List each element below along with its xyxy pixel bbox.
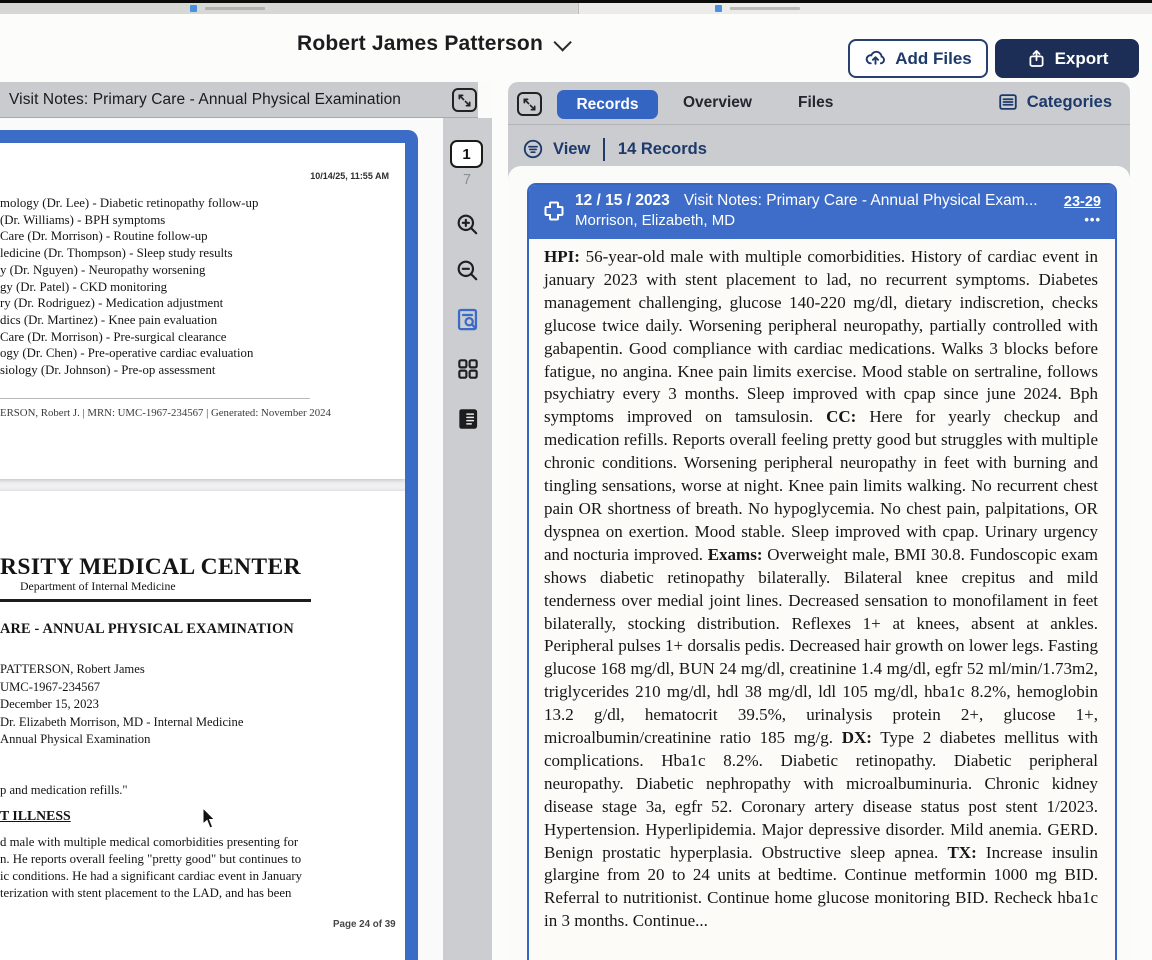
text-line: ry (Dr. Rodriguez) - Medication adjustme… bbox=[0, 296, 224, 311]
text-line: PATTERSON, Robert James bbox=[0, 662, 145, 676]
document-search-button[interactable] bbox=[454, 306, 481, 333]
hpi-paragraph-lines: d male with multiple medical comorbiditi… bbox=[0, 834, 302, 902]
mouse-cursor bbox=[202, 808, 220, 830]
records-list[interactable]: 12 / 15 / 2023 Visit Notes: Primary Care… bbox=[508, 166, 1130, 960]
panel-gap bbox=[492, 82, 508, 960]
visit-history-list: mology (Dr. Lee) - Diabetic retinopathy … bbox=[0, 195, 400, 379]
text-line: gy (Dr. Patel) - CKD monitoring bbox=[0, 279, 168, 294]
view-row: View 14 Records bbox=[522, 132, 707, 166]
expand-icon bbox=[458, 94, 471, 106]
browser-tab-favicon bbox=[715, 5, 722, 12]
medical-cross-icon bbox=[542, 199, 566, 223]
export-label: Export bbox=[1054, 48, 1109, 68]
app-header: Robert James Patterson Add Files Export bbox=[0, 14, 1152, 82]
share-export-icon bbox=[1029, 50, 1044, 67]
notes-journal-icon bbox=[458, 408, 477, 429]
zoom-in-button[interactable] bbox=[454, 211, 481, 238]
right-gutter bbox=[1130, 82, 1152, 960]
view-button[interactable]: View bbox=[553, 140, 590, 159]
view-filter-icon[interactable] bbox=[522, 138, 544, 160]
cloud-upload-icon bbox=[865, 50, 886, 65]
tab-overview[interactable]: Overview bbox=[683, 94, 752, 112]
add-files-label: Add Files bbox=[895, 48, 972, 68]
record-card[interactable]: 12 / 15 / 2023 Visit Notes: Primary Care… bbox=[527, 183, 1117, 960]
text-line: ic conditions. He had a significant card… bbox=[0, 868, 303, 883]
tabrow-divider bbox=[508, 124, 1130, 125]
browser-tab-favicon bbox=[190, 5, 197, 12]
document-search-icon bbox=[457, 308, 478, 331]
record-body-text: HPI: 56-year-old male with multiple como… bbox=[544, 247, 1098, 931]
text-line: d male with multiple medical comorbiditi… bbox=[0, 835, 299, 849]
record-count: 14 Records bbox=[617, 139, 707, 158]
tab-records[interactable]: Records bbox=[557, 90, 658, 119]
current-page-indicator[interactable]: 1 bbox=[450, 140, 483, 168]
text-line: n. He reports overall feeling "pretty go… bbox=[0, 851, 302, 866]
browser-active-tab[interactable] bbox=[578, 3, 1152, 14]
notes-button[interactable] bbox=[454, 405, 481, 432]
text-line: Annual Physical Examination bbox=[0, 732, 151, 747]
exam-document-title: ARE - ANNUAL PHYSICAL EXAMINATION bbox=[0, 621, 294, 637]
text-line: ledicine (Dr. Thompson) - Sleep study re… bbox=[0, 246, 233, 261]
expand-icon bbox=[523, 98, 536, 110]
text-line: Care (Dr. Morrison) - Routine follow-up bbox=[0, 229, 208, 244]
pdf-page-1[interactable]: 10/14/25, 11:55 AM mology (Dr. Lee) - Di… bbox=[0, 143, 405, 479]
page-footer-divider bbox=[0, 398, 310, 399]
chief-complaint-quote: p and medication refills." bbox=[0, 783, 128, 797]
text-line: siology (Dr. Johnson) - Pre-op assessmen… bbox=[0, 363, 216, 378]
record-card-header[interactable]: 12 / 15 / 2023 Visit Notes: Primary Care… bbox=[529, 185, 1115, 239]
text-line: December 15, 2023 bbox=[0, 697, 99, 712]
browser-tab-strip[interactable] bbox=[0, 3, 1152, 14]
record-title: Visit Notes: Primary Care - Annual Physi… bbox=[683, 192, 1038, 209]
selected-document-frame: 10/14/25, 11:55 AM mology (Dr. Lee) - Di… bbox=[0, 130, 418, 960]
categories-list-icon bbox=[999, 94, 1017, 110]
add-files-button[interactable]: Add Files bbox=[848, 39, 988, 78]
text-line: terization with stent placement to the L… bbox=[0, 885, 292, 900]
heading-rule bbox=[0, 599, 311, 602]
records-expand-button[interactable] bbox=[517, 92, 542, 116]
section-heading: T ILLNESS bbox=[0, 808, 71, 823]
patient-name: Robert James Patterson bbox=[297, 32, 543, 55]
zoom-out-icon bbox=[457, 260, 477, 280]
record-date: 12 / 15 / 2023 bbox=[575, 192, 670, 209]
browser-tab-title-smudge bbox=[730, 7, 800, 10]
view-divider bbox=[603, 137, 605, 161]
page-number: Page 24 of 39 bbox=[333, 919, 396, 930]
total-pages: 7 bbox=[462, 172, 472, 188]
text-line: Dr. Elizabeth Morrison, MD - Internal Me… bbox=[0, 714, 244, 729]
text-line: UMC-1967-234567 bbox=[0, 679, 101, 694]
record-menu-ellipsis[interactable]: ••• bbox=[1084, 212, 1101, 227]
text-line: y (Dr. Nguyen) - Neuropathy worsening bbox=[0, 262, 206, 277]
pdf-toolbar: 1 7 bbox=[443, 118, 492, 960]
text-line: mology (Dr. Lee) - Diabetic retinopathy … bbox=[0, 196, 259, 210]
grid-icon bbox=[457, 358, 478, 379]
patient-name-dropdown[interactable]: Robert James Patterson bbox=[297, 32, 572, 56]
text-line: Care (Dr. Morrison) - Pre-surgical clear… bbox=[0, 329, 227, 344]
pdf-page-2[interactable]: RSITY MEDICAL CENTER Department of Inter… bbox=[0, 491, 405, 960]
chevron-down-icon bbox=[553, 32, 572, 52]
document-viewer-header: Visit Notes: Primary Care - Annual Physi… bbox=[0, 82, 478, 118]
document-expand-button[interactable] bbox=[452, 88, 477, 112]
hospital-name: RSITY MEDICAL CENTER bbox=[0, 554, 301, 580]
text-line: ogy (Dr. Chen) - Pre-operative cardiac e… bbox=[0, 346, 254, 361]
text-line: dics (Dr. Martinez) - Knee pain evaluati… bbox=[0, 312, 218, 327]
patient-meta-lines: PATTERSON, Robert James UMC-1967-234567 De… bbox=[0, 661, 243, 749]
records-panel: Records Overview Files Categories View 1… bbox=[508, 82, 1130, 960]
zoom-in-icon bbox=[457, 214, 477, 234]
record-provider: Morrison, Elizabeth, MD bbox=[575, 212, 736, 229]
tab-files[interactable]: Files bbox=[798, 94, 833, 112]
text-line: (Dr. Williams) - BPH symptoms bbox=[0, 212, 166, 227]
pdf-viewer[interactable]: 10/14/25, 11:55 AM mology (Dr. Lee) - Di… bbox=[0, 118, 443, 960]
categories-button[interactable]: Categories bbox=[997, 91, 1112, 113]
document-title: Visit Notes: Primary Care - Annual Physi… bbox=[9, 90, 402, 108]
export-button[interactable]: Export bbox=[995, 39, 1139, 78]
department-name: Department of Internal Medicine bbox=[20, 579, 176, 593]
print-timestamp: 10/14/25, 11:55 AM bbox=[310, 171, 389, 181]
record-pages-badge[interactable]: 23-29 bbox=[1064, 194, 1101, 210]
thumbnail-grid-button[interactable] bbox=[454, 355, 481, 382]
zoom-out-button[interactable] bbox=[454, 257, 481, 284]
page-footer-text: ERSON, Robert J. | MRN: UMC-1967-234567 … bbox=[0, 407, 331, 419]
browser-tab-title-smudge bbox=[205, 7, 265, 10]
categories-label: Categories bbox=[1026, 92, 1112, 111]
